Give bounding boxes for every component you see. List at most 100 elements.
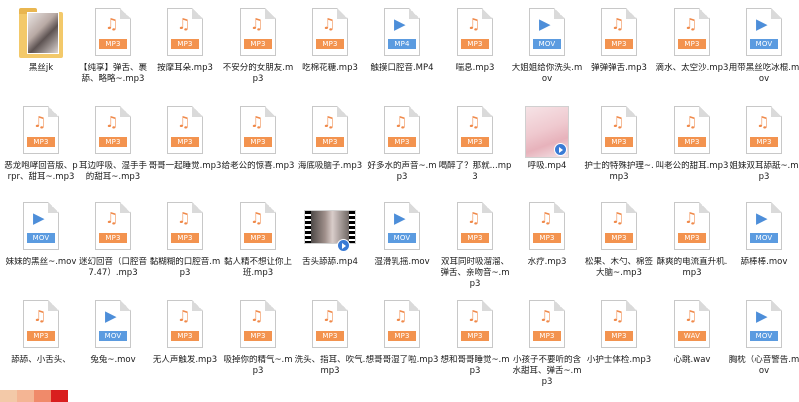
file-type-badge: MP3 [388, 137, 416, 147]
page-fold [48, 300, 59, 311]
file-item[interactable]: ♫ MP3 按摩耳朵.mp3 [149, 3, 221, 99]
file-item[interactable]: ♫ MP3 弹弹弹舌.mp3 [583, 3, 655, 99]
file-type-badge: MP3 [244, 137, 272, 147]
file-item[interactable]: ▶ MOV 妹妹的黑丝~.mov [5, 197, 77, 293]
file-item[interactable]: ▶ MOV 胸枕（心音警告.mov [728, 295, 799, 391]
page-fold [699, 8, 710, 19]
page-fold [120, 8, 131, 19]
file-item[interactable]: ♫ MP3 黏糊糊的口腔音.mp3 [149, 197, 221, 293]
page-fold [265, 106, 276, 117]
file-icon: ♫ MP3 [163, 8, 207, 60]
file-item[interactable]: 黑丝jk [5, 3, 77, 99]
page-fold [699, 106, 710, 117]
file-item[interactable]: ♫ MP3 滴水、太空沙.mp3 [656, 3, 728, 99]
file-icon: ♫ WAV [670, 300, 714, 352]
file-item[interactable]: ♫ MP3 酥爽的电流直升机.mp3 [656, 197, 728, 293]
page-fold [554, 300, 565, 311]
file-item[interactable]: ▶ MOV 用带黑丝吃冰棍.mov [728, 3, 799, 99]
file-item[interactable]: ♫ MP3 迷幻回音（口腔音7.47）.mp3 [77, 197, 149, 293]
file-icon: ▶ MOV [742, 8, 786, 60]
file-icon: ♫ MP3 [19, 106, 63, 158]
file-item[interactable]: ♫ MP3 叫老公的甜耳.mp3 [656, 101, 728, 197]
file-item[interactable]: 舌头舔舔.mp4 [294, 197, 366, 293]
file-item[interactable]: ♫ MP3 【纯享】弹舌、裹舔、略略~.mp3 [77, 3, 149, 99]
file-item[interactable]: ♫ MP3 耳边呼吸、湿手手的甜耳~.mp3 [77, 101, 149, 197]
file-item[interactable]: ♫ MP3 吃棉花糖.mp3 [294, 3, 366, 99]
file-name: 用带黑丝吃冰棍.mov [728, 63, 799, 84]
color-swatch [0, 390, 17, 402]
music-note-icon: ♫ [33, 307, 47, 325]
file-item[interactable]: ♫ MP3 想哥哥湿了啦.mp3 [366, 295, 438, 391]
file-item[interactable]: ♫ MP3 给老公的惊喜.mp3 [222, 101, 294, 197]
file-item[interactable]: ♫ MP3 想和哥哥睡觉~.mp3 [439, 295, 511, 391]
file-item[interactable]: ♫ WAV 心跳.wav [656, 295, 728, 391]
file-item[interactable]: ♫ MP3 洗头、指耳、吹气.mp3 [294, 295, 366, 391]
file-item[interactable]: ♫ MP3 恶龙咆哮回音版、prpr、甜耳~.mp3 [4, 101, 78, 197]
file-type-badge: MP3 [171, 331, 199, 341]
file-name: 想哥哥湿了啦.mp3 [365, 355, 439, 365]
file-item[interactable]: ▶ MOV 湿滑乳摇.mov [366, 197, 438, 293]
file-type-badge: MP4 [388, 39, 416, 49]
page-fold [120, 106, 131, 117]
file-item[interactable]: ♫ MP3 哥哥一起睡觉.mp3 [149, 101, 221, 197]
file-item[interactable]: ♫ MP3 小孩子不要听的含水甜耳、弹舌~.mp3 [511, 295, 583, 391]
file-name: 哥哥一起睡觉.mp3 [148, 161, 222, 171]
file-name: 酥爽的电流直升机.mp3 [656, 257, 728, 278]
music-note-icon: ♫ [250, 15, 264, 33]
file-icon: ♫ MP3 [163, 300, 207, 352]
file-type-badge: MP3 [99, 137, 127, 147]
file-icon: ▶ MOV [19, 202, 63, 254]
file-item[interactable]: ♫ MP3 小护士体检.mp3 [583, 295, 655, 391]
page-fold [120, 202, 131, 213]
file-type-badge: MOV [750, 233, 778, 243]
file-name: 兔兔~.mov [90, 355, 136, 365]
file-type-badge: MP3 [388, 331, 416, 341]
page-fold [482, 106, 493, 117]
file-icon: ▶ MP4 [380, 8, 424, 60]
file-item[interactable]: ♫ MP3 海底吸脑子.mp3 [294, 101, 366, 197]
file-name: 弹弹弹舌.mp3 [591, 63, 647, 73]
file-item[interactable]: ♫ MP3 黏人精不想让你上班.mp3 [222, 197, 294, 293]
file-item[interactable]: ♫ MP3 不安分的女朋友.mp3 [222, 3, 294, 99]
file-item[interactable]: ♫ MP3 喘息.mp3 [439, 3, 511, 99]
file-item[interactable]: ♫ MP3 姐妹双耳舔舐~.mp3 [728, 101, 799, 197]
page-fold [48, 106, 59, 117]
file-type-badge: MOV [750, 39, 778, 49]
file-icon: ♫ MP3 [597, 300, 641, 352]
file-item[interactable]: ♫ MP3 松果、木勺、棉签大脑~.mp3 [583, 197, 655, 293]
file-item[interactable]: ♫ MP3 无人声触发.mp3 [149, 295, 221, 391]
file-icon: ▶ MOV [380, 202, 424, 254]
file-item[interactable]: 呼吸.mp4 [511, 101, 583, 197]
file-name: 洗头、指耳、吹气.mp3 [294, 355, 366, 376]
page-fold [482, 300, 493, 311]
page-fold [409, 106, 420, 117]
file-type-badge: MP3 [750, 137, 778, 147]
file-item[interactable]: ♫ MP3 好多水的声音~.mp3 [366, 101, 438, 197]
file-item[interactable]: ♫ MP3 吸掉你的精气~.mp3 [222, 295, 294, 391]
music-note-icon: ♫ [467, 113, 481, 131]
file-type-badge: MP3 [27, 137, 55, 147]
music-note-icon: ♫ [105, 113, 119, 131]
music-note-icon: ♫ [684, 15, 698, 33]
file-name: 湿滑乳摇.mov [374, 257, 430, 267]
file-type-badge: WAV [678, 331, 706, 341]
file-item[interactable]: ▶ MP4 触摸口腔音.MP4 [366, 3, 438, 99]
page-fold [554, 202, 565, 213]
page-fold [626, 106, 637, 117]
file-item[interactable]: ▶ MOV 舔棒棒.mov [728, 197, 799, 293]
file-name: 小孩子不要听的含水甜耳、弹舌~.mp3 [512, 355, 582, 387]
file-item[interactable]: ▶ MOV 大姐姐给你洗头.mov [511, 3, 583, 99]
file-icon: ♫ MP3 [453, 202, 497, 254]
file-item[interactable]: ♫ MP3 喝醉了？那就...mp3 [439, 101, 511, 197]
file-icon: ♫ MP3 [453, 300, 497, 352]
file-item[interactable]: ♫ MP3 水疗.mp3 [511, 197, 583, 293]
file-item[interactable]: ♫ MP3 护士的特殊护理~.mp3 [583, 101, 655, 197]
file-item[interactable]: ▶ MOV 兔兔~.mov [77, 295, 149, 391]
file-name: 舔棒棒.mov [740, 257, 788, 267]
page-fold [337, 8, 348, 19]
file-item[interactable]: ♫ MP3 双耳同时吸溜溜、弹舌、亲吻音~.mp3 [439, 197, 511, 293]
music-note-icon: ♫ [611, 113, 625, 131]
file-type-badge: MP3 [678, 233, 706, 243]
file-type-badge: MP3 [461, 39, 489, 49]
file-item[interactable]: ♫ MP3 舔舔、小舌头、 [5, 295, 77, 391]
